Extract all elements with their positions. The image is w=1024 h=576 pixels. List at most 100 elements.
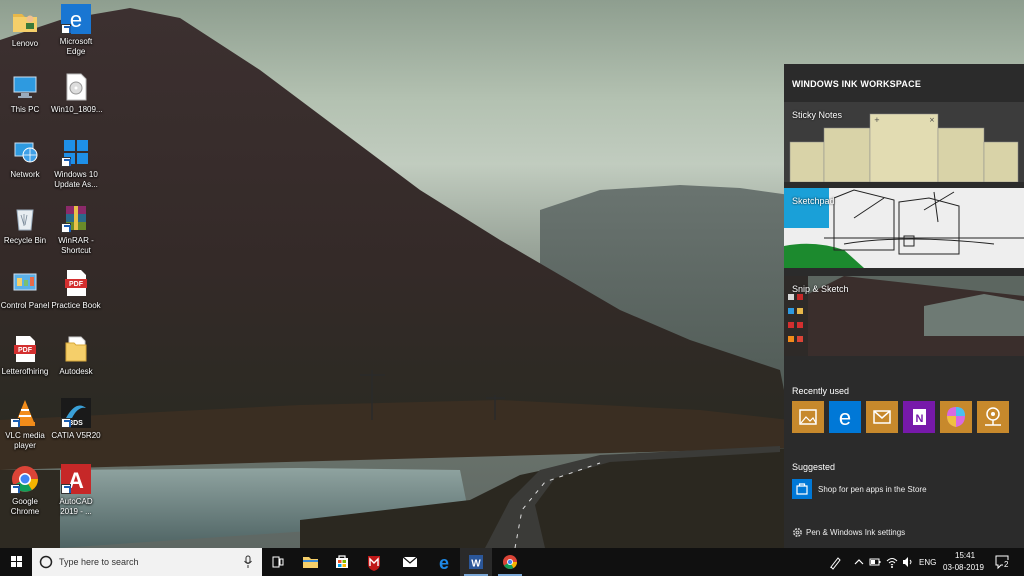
photos-icon [799,409,817,425]
pen-ink-settings-link[interactable]: Pen & Windows Ink settings [792,526,992,540]
sketchpad-tile[interactable]: Sketchpad [784,188,1024,268]
taskbar-search-box[interactable]: Type here to search [32,548,262,576]
sticky-notes-tile[interactable]: + × Sticky Notes [784,102,1024,182]
desktop-icon-lenovo[interactable]: Lenovo [0,6,50,49]
clock-time[interactable]: 15:41 [955,551,975,560]
chrome-icon [503,555,517,569]
network-icon [10,137,40,167]
suggested-heading: Suggested [792,462,836,472]
svg-text:PDF: PDF [18,347,33,354]
windows-logo-icon [11,556,22,567]
desktop-icon-chrome[interactable]: Google Chrome [0,464,50,517]
desktop-icon-update-assistant[interactable]: Windows 10 Update As... [51,137,101,190]
desktop-icon-this-pc[interactable]: This PC [0,72,50,115]
snip-sketch-tile[interactable]: Snip & Sketch [784,276,1024,356]
desktop-icon-practice-book[interactable]: PDF Practice Book [51,268,101,311]
wifi-icon [886,558,898,568]
gear-icon [792,527,803,538]
notification-count-badge: 2 [1003,560,1010,569]
pen-icon [830,557,841,570]
svg-text:e: e [70,7,82,32]
photos-app-button[interactable] [792,401,824,433]
maps-app-button[interactable] [977,401,1009,433]
edge-icon: e [839,405,851,430]
tile-label: Snip & Sketch [792,284,849,294]
action-center-button[interactable]: 2 [994,553,1012,571]
desktop-icon-label: Control Panel [0,301,50,310]
clock-date[interactable]: 03-08-2019 [943,563,984,572]
taskbar: Type here to search e W ENG 15:41 03-08- [0,548,1024,576]
desktop-icon-win10-iso[interactable]: Win10_1809... [51,72,103,115]
desktop-icon-label: Windows 10 Update As... [54,170,98,189]
microphone-icon[interactable] [243,555,253,569]
desktop-icon-edge[interactable]: e Microsoft Edge [51,4,101,57]
desktop-icon-vlc[interactable]: VLC media player [0,398,50,451]
network-indicator[interactable] [885,555,899,569]
svg-text:+: + [874,116,880,124]
pen-workspace-tray-button[interactable] [828,554,842,570]
mail-icon [873,410,891,424]
battery-icon [869,558,881,566]
desktop-icon-control-panel[interactable]: Control Panel [0,268,50,311]
desktop-icon-autodesk[interactable]: Autodesk [51,334,101,377]
speaker-icon [903,557,912,567]
store-icon [792,479,812,499]
desktop-icon-winrar[interactable]: WinRAR - Shortcut [51,203,101,256]
tile-label: Sketchpad [792,196,835,206]
word-button[interactable]: W [460,548,492,576]
desktop-icon-label: AutoCAD 2019 - ... [59,497,93,516]
computer-icon [10,72,40,102]
folder-user-icon [10,6,40,36]
svg-text:e: e [439,553,449,573]
chrome-button[interactable] [494,548,526,576]
file-explorer-button[interactable] [294,548,326,576]
edge-button[interactable]: e [428,548,460,576]
mail-app-button[interactable] [866,401,898,433]
show-hidden-icons-button[interactable] [854,556,864,568]
mail-icon [402,556,418,567]
chevron-up-icon [854,559,864,565]
task-view-button[interactable] [262,548,294,576]
mcafee-button[interactable] [358,548,390,576]
desktop-icon-autocad[interactable]: A AutoCAD 2019 - ... [51,464,101,517]
desktop-icon-recycle-bin[interactable]: Recycle Bin [0,203,50,246]
desktop-icon-network[interactable]: Network [0,137,50,180]
shortcut-arrow-icon [10,418,20,428]
desktop-icon-label: Google Chrome [10,497,40,516]
shortcut-arrow-icon [61,157,71,167]
edge-app-button[interactable]: e [829,401,861,433]
desktop-icon-letterofhiring[interactable]: PDF Letterofhiring [0,334,50,377]
svg-text:N: N [916,413,924,425]
recycle-bin-icon [10,203,40,233]
pen-ink-settings-label: Pen & Windows Ink settings [806,528,906,537]
shop-pen-apps-label: Shop for pen apps in the Store [818,485,927,494]
desktop-icon-label: CATIA V5R20 [51,431,101,440]
autocad-icon: A [61,464,91,494]
svg-text:e: e [839,405,851,430]
shortcut-arrow-icon [61,418,71,428]
shop-pen-apps-link[interactable]: Shop for pen apps in the Store [792,479,1012,499]
onenote-app-button[interactable]: N [903,401,935,433]
mail-button[interactable] [394,548,426,576]
chrome-icon [10,464,40,494]
word-icon: W [469,555,483,570]
windows-logo-icon [61,137,91,167]
desktop-icon-catia[interactable]: 3DS CATIA V5R20 [51,398,101,441]
maps-icon [985,407,1001,426]
desktop-icon-label: Letterofhiring [1,367,49,376]
start-button[interactable] [0,548,32,576]
svg-text:W: W [471,559,481,570]
battery-indicator[interactable] [869,557,881,567]
desktop-icon-label: Lenovo [11,39,39,48]
desktop-icon-label: Autodesk [59,367,93,376]
paint3d-app-button[interactable] [940,401,972,433]
volume-indicator[interactable] [902,556,914,568]
svg-text:×: × [929,116,935,124]
input-language[interactable]: ENG [919,558,936,567]
edge-icon: e [439,553,449,573]
shortcut-arrow-icon [61,24,71,34]
catia-icon: 3DS [61,398,91,428]
store-button[interactable] [326,548,358,576]
desktop-icon-label: Microsoft Edge [59,37,93,56]
desktop-icon-label: Recycle Bin [3,236,47,245]
